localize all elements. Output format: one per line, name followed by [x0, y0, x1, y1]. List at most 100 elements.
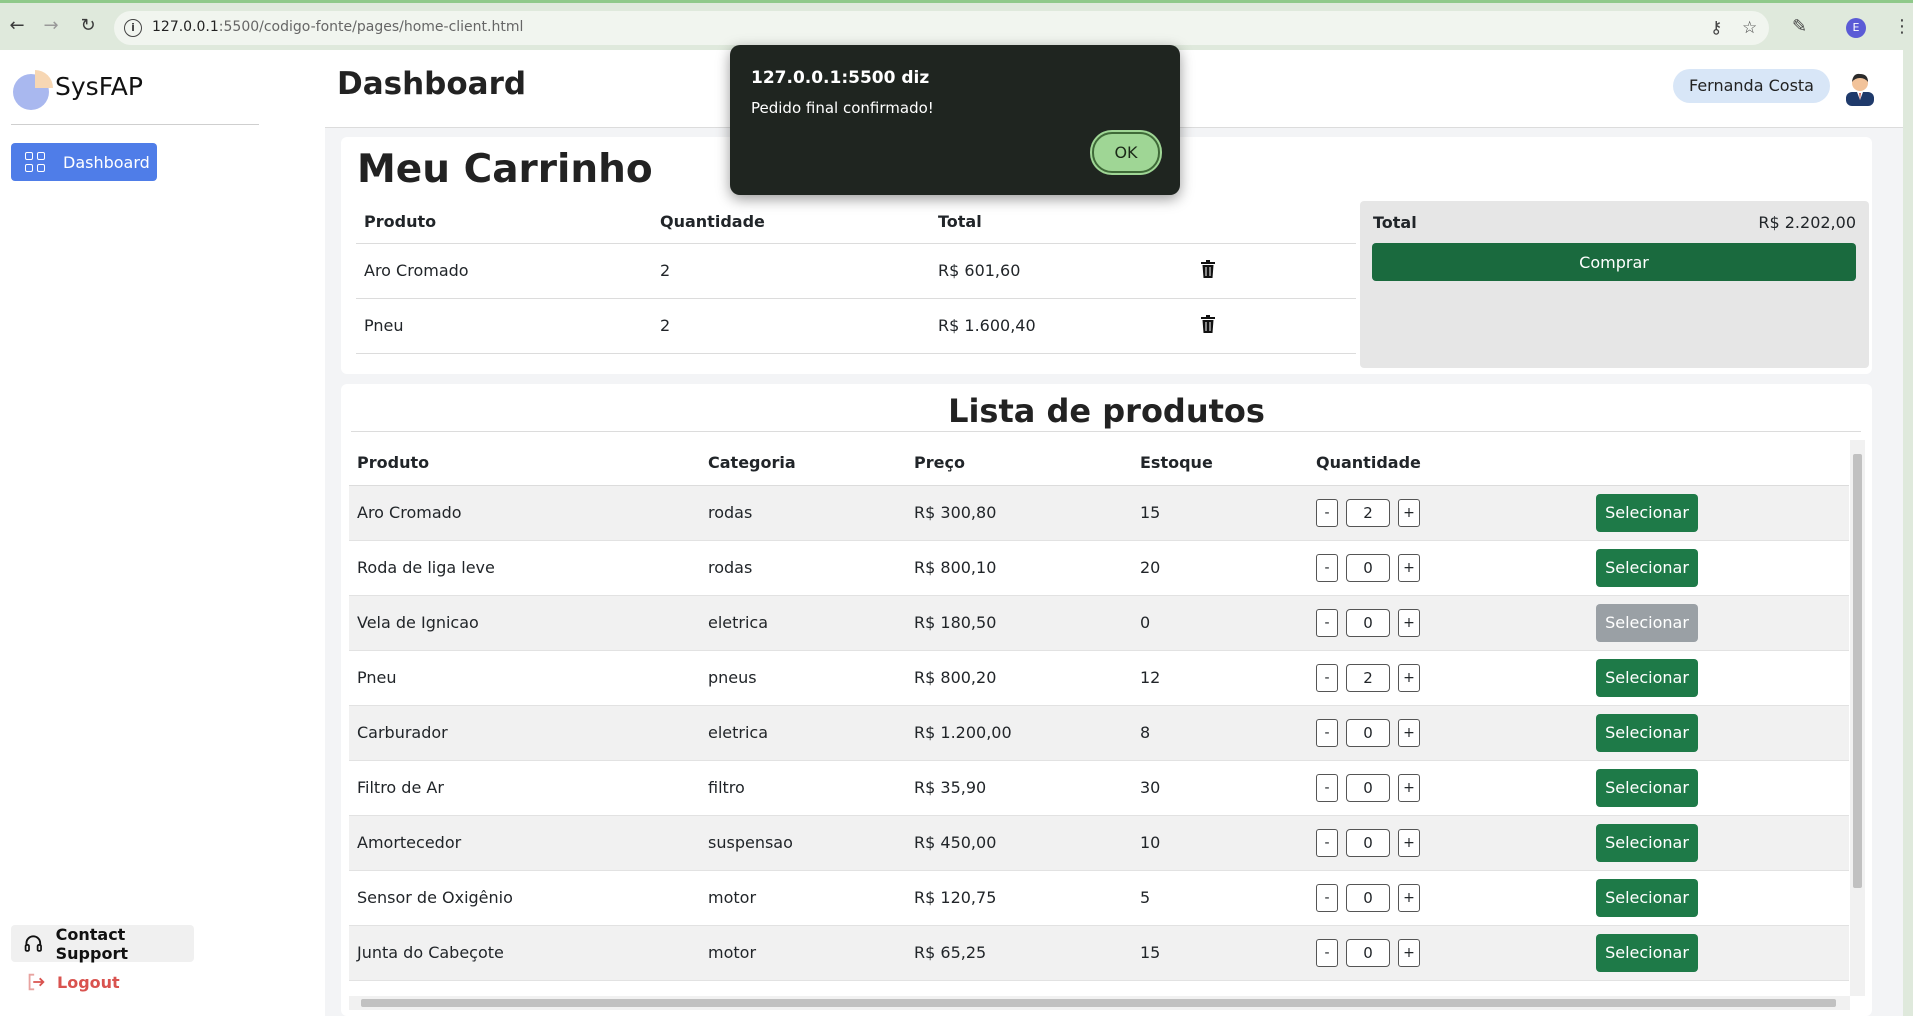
select-button[interactable]: Selecionar — [1596, 768, 1698, 807]
vertical-scrollbar[interactable] — [1850, 440, 1865, 996]
decrement-button[interactable]: - — [1316, 938, 1338, 967]
decrement-button[interactable]: - — [1316, 553, 1338, 582]
quantity-input[interactable]: 0 — [1346, 553, 1390, 582]
scrollbar-thumb[interactable] — [1853, 454, 1862, 888]
quantity-input[interactable]: 2 — [1346, 498, 1390, 527]
forward-icon[interactable]: → — [40, 15, 62, 37]
back-icon[interactable]: ← — [6, 15, 28, 37]
decrement-button[interactable]: - — [1316, 773, 1338, 802]
cart-product: Pneu — [356, 298, 652, 354]
trash-icon[interactable] — [1200, 314, 1216, 333]
cart-table: Produto Quantidade Total Aro Cromado 2 R… — [356, 201, 1356, 354]
quantity-stepper: -2 + — [1316, 498, 1588, 527]
product-category: motor — [700, 870, 906, 926]
select-button[interactable]: Selecionar — [1596, 548, 1698, 587]
select-cell: Selecionar — [1588, 870, 1849, 926]
avatar[interactable] — [1843, 70, 1877, 106]
horizontal-scrollbar[interactable] — [349, 996, 1850, 1010]
scrollbar-thumb[interactable] — [361, 999, 1836, 1007]
star-icon[interactable]: ☆ — [1742, 18, 1757, 38]
product-price: R$ 800,20 — [906, 650, 1132, 706]
increment-button[interactable]: + — [1398, 498, 1420, 527]
quantity-stepper: -0 + — [1316, 773, 1588, 802]
increment-button[interactable]: + — [1398, 718, 1420, 747]
select-button[interactable]: Selecionar — [1596, 713, 1698, 752]
product-stock: 12 — [1132, 650, 1308, 706]
logout-button[interactable]: Logout — [25, 971, 120, 993]
alert-title: 127.0.0.1:5500 diz — [751, 68, 930, 88]
column-header: Preço — [906, 441, 1132, 486]
select-button[interactable]: Selecionar — [1596, 603, 1698, 642]
decrement-button[interactable]: - — [1316, 828, 1338, 857]
increment-button[interactable]: + — [1398, 663, 1420, 692]
trash-icon[interactable] — [1200, 259, 1216, 278]
quantity-input[interactable]: 0 — [1346, 938, 1390, 967]
decrement-button[interactable]: - — [1316, 718, 1338, 747]
table-row: Amortecedor suspensao R$ 450,00 10-0 + Seleci… — [349, 815, 1849, 871]
browser-menu-icon[interactable]: ⋮ — [1893, 16, 1911, 37]
products-card: Lista de produtos Produto Categoria Preç… — [341, 384, 1872, 1016]
table-row: Junta do Cabeçote motor R$ 65,25 15-0 + Selec… — [349, 925, 1849, 981]
quantity-stepper: -0 + — [1316, 883, 1588, 912]
select-button[interactable]: Selecionar — [1596, 823, 1698, 862]
quantity-input[interactable]: 0 — [1346, 883, 1390, 912]
quantity-stepper: -2 + — [1316, 663, 1588, 692]
product-category: rodas — [700, 485, 906, 541]
buy-button[interactable]: Comprar — [1372, 243, 1856, 281]
quantity-input[interactable]: 0 — [1346, 608, 1390, 637]
profile-avatar[interactable]: E — [1846, 18, 1866, 38]
reload-icon[interactable]: ↻ — [77, 15, 99, 37]
product-category: motor — [700, 925, 906, 981]
contact-support-button[interactable]: Contact Support — [11, 925, 194, 963]
user-name-badge[interactable]: Fernanda Costa — [1673, 69, 1830, 103]
select-button[interactable]: Selecionar — [1596, 933, 1698, 972]
extensions-icon[interactable]: ✎ — [1792, 16, 1807, 37]
table-row: Sensor de Oxigênio motor R$ 120,75 5-0 + Sele… — [349, 870, 1849, 926]
window-edge — [1903, 50, 1913, 1016]
column-header: Total — [930, 201, 1192, 244]
quantity-input[interactable]: 0 — [1346, 828, 1390, 857]
quantity-stepper: -0 + — [1316, 828, 1588, 857]
products-scroll-area[interactable]: Produto Categoria Preço Estoque Quantida… — [349, 441, 1849, 997]
site-info-icon[interactable]: i — [124, 19, 142, 37]
decrement-button[interactable]: - — [1316, 663, 1338, 692]
decrement-button[interactable]: - — [1316, 883, 1338, 912]
product-name: Filtro de Ar — [349, 760, 700, 816]
cart-product: Aro Cromado — [356, 243, 652, 299]
product-stock: 15 — [1132, 485, 1308, 541]
select-button[interactable]: Selecionar — [1596, 658, 1698, 697]
product-category: filtro — [700, 760, 906, 816]
increment-button[interactable]: + — [1398, 883, 1420, 912]
sidebar-item-dashboard[interactable]: Dashboard — [11, 143, 157, 181]
quantity-input[interactable]: 0 — [1346, 718, 1390, 747]
product-price: R$ 120,75 — [906, 870, 1132, 926]
increment-button[interactable]: + — [1398, 828, 1420, 857]
quantity-cell: -0 + — [1308, 540, 1588, 596]
product-name: Junta do Cabeçote — [349, 925, 700, 981]
address-bar[interactable]: i 127.0.0.1:5500/codigo-fonte/pages/home… — [114, 11, 1769, 45]
ok-button[interactable]: OK — [1092, 132, 1160, 173]
quantity-input[interactable]: 0 — [1346, 773, 1390, 802]
cart-actions — [1192, 243, 1356, 299]
product-price: R$ 65,25 — [906, 925, 1132, 981]
products-divider — [351, 431, 1861, 432]
column-header: Quantidade — [1308, 441, 1588, 486]
cart-total: R$ 1.600,40 — [930, 298, 1192, 354]
select-button[interactable]: Selecionar — [1596, 878, 1698, 917]
key-icon[interactable]: ⚷ — [1710, 18, 1722, 38]
product-price: R$ 450,00 — [906, 815, 1132, 871]
url-text[interactable]: 127.0.0.1:5500/codigo-fonte/pages/home-c… — [152, 19, 523, 35]
increment-button[interactable]: + — [1398, 553, 1420, 582]
cart-quantity: 2 — [652, 243, 930, 299]
decrement-button[interactable]: - — [1316, 498, 1338, 527]
quantity-cell: -2 + — [1308, 485, 1588, 541]
increment-button[interactable]: + — [1398, 938, 1420, 967]
quantity-stepper: -0 + — [1316, 608, 1588, 637]
increment-button[interactable]: + — [1398, 608, 1420, 637]
increment-button[interactable]: + — [1398, 773, 1420, 802]
quantity-cell: -0 + — [1308, 760, 1588, 816]
decrement-button[interactable]: - — [1316, 608, 1338, 637]
select-button[interactable]: Selecionar — [1596, 493, 1698, 532]
quantity-input[interactable]: 2 — [1346, 663, 1390, 692]
products-table: Produto Categoria Preço Estoque Quantida… — [349, 441, 1849, 981]
